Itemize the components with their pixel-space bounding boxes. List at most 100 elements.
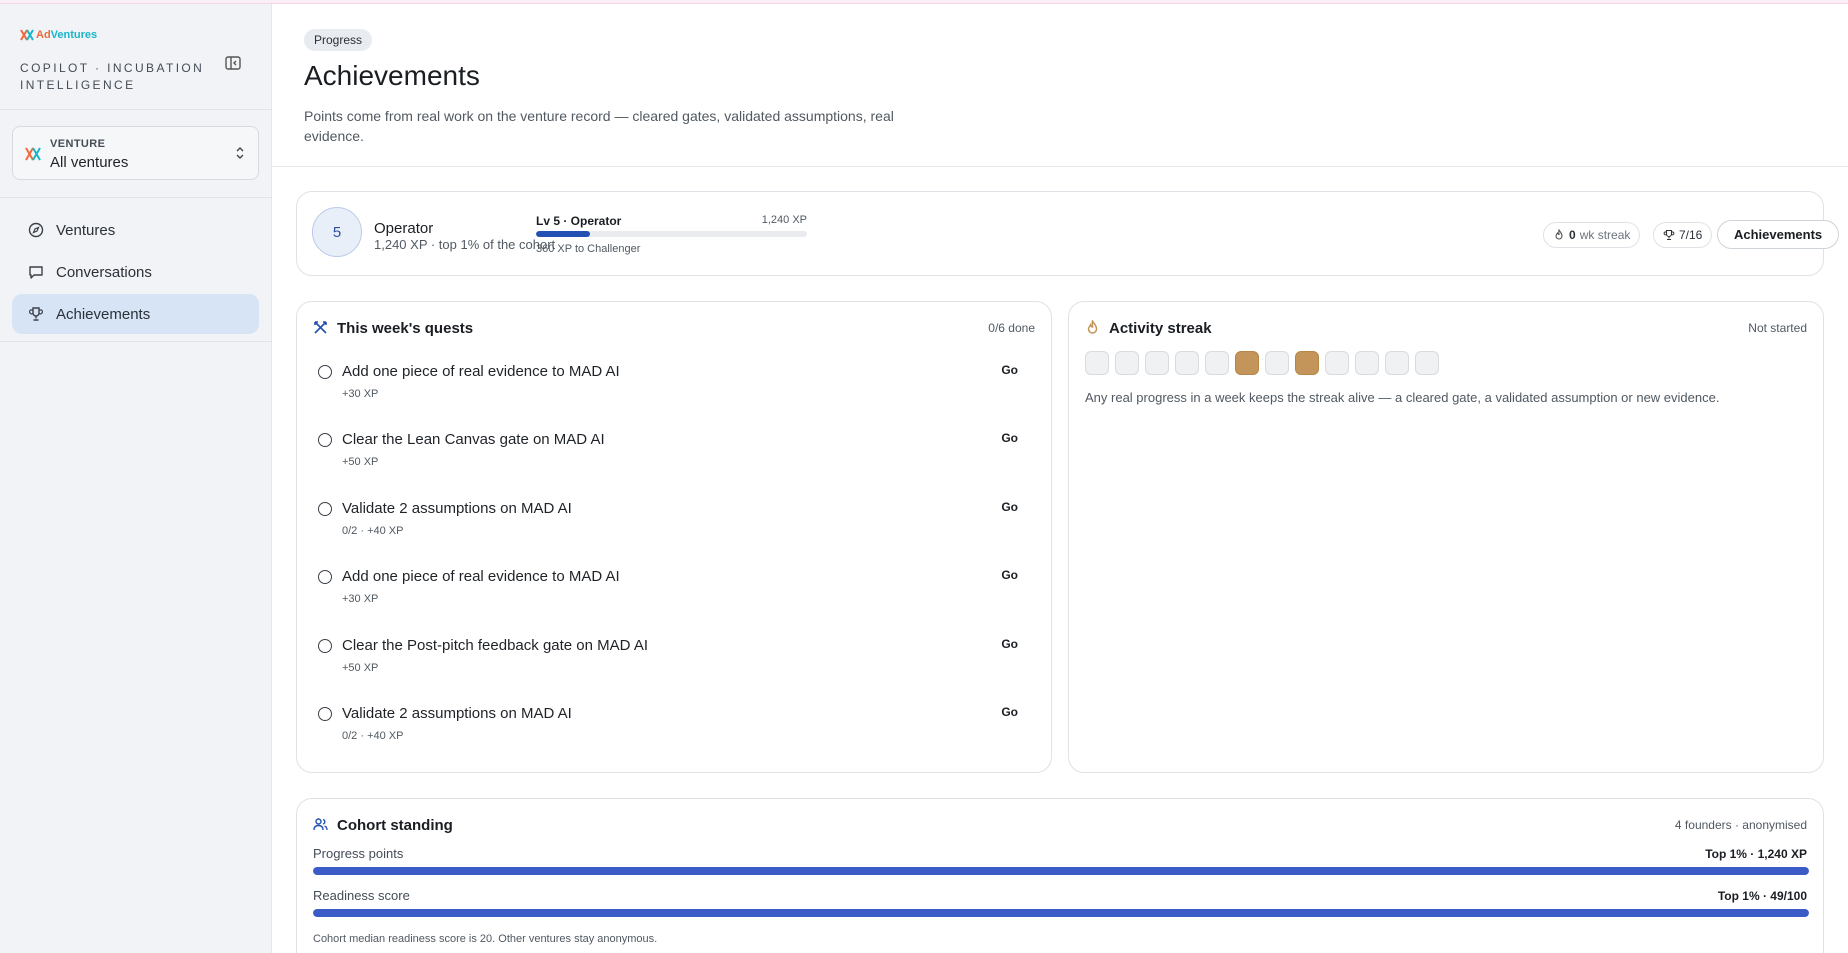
cohort-note: Cohort median readiness score is 20. Oth… bbox=[313, 933, 658, 945]
quest-item: Clear the Lean Canvas gate on MAD AI +50… bbox=[313, 428, 1037, 480]
metric-bar-fill bbox=[313, 867, 1809, 875]
level-bar-xp: 1,240 XP bbox=[761, 214, 807, 226]
level-next: 360 XP to Challenger bbox=[536, 243, 641, 255]
swords-icon bbox=[314, 321, 327, 334]
quest-item: Validate 2 assumptions on MAD AI 0/2 · +… bbox=[313, 702, 1037, 754]
level-progress-fill bbox=[536, 231, 591, 237]
level-progress-bar bbox=[536, 231, 807, 237]
sidebar-item-conversations[interactable]: Conversations bbox=[12, 252, 259, 292]
metric-label: Readiness score bbox=[313, 888, 410, 903]
venture-selector-label: VENTURE bbox=[50, 138, 106, 150]
quest-title: Add one piece of real evidence to MAD AI bbox=[342, 568, 620, 585]
streak-title: Activity streak bbox=[1109, 320, 1212, 337]
streak-week bbox=[1145, 351, 1169, 375]
quest-item: Add one piece of real evidence to MAD AI… bbox=[313, 360, 1037, 412]
quest-title: Clear the Lean Canvas gate on MAD AI bbox=[342, 431, 605, 448]
venture-selector[interactable]: VENTURE All ventures bbox=[12, 126, 259, 180]
section-badge: Progress bbox=[304, 29, 373, 51]
chevron-up-down-icon bbox=[236, 147, 244, 159]
metric-value: Top 1% · 1,240 XP bbox=[1705, 847, 1807, 861]
compass-icon bbox=[28, 222, 44, 238]
streak-week bbox=[1115, 351, 1139, 375]
quest-go-button[interactable]: Go bbox=[1001, 705, 1018, 719]
quest-go-button[interactable]: Go bbox=[1001, 431, 1018, 445]
trophy-icon bbox=[1663, 229, 1675, 240]
cohort-title: Cohort standing bbox=[337, 817, 453, 834]
metric-bar-fill bbox=[313, 909, 1809, 917]
streak-weeks bbox=[1085, 351, 1439, 375]
quest-meta: +30 XP bbox=[342, 593, 379, 605]
page-description: Points come from real work on the ventur… bbox=[304, 108, 894, 144]
users-icon bbox=[313, 818, 328, 831]
level-badge: 5 bbox=[312, 207, 362, 257]
streak-week bbox=[1415, 351, 1439, 375]
streak-note: Any real progress in a week keeps the st… bbox=[1085, 390, 1720, 405]
achievements-button[interactable]: Achievements bbox=[1717, 220, 1840, 249]
streak-pill: 0 wk streak bbox=[1543, 222, 1641, 248]
quest-meta: 0/2 · +40 XP bbox=[342, 730, 404, 742]
quest-checkbox[interactable] bbox=[318, 365, 332, 379]
quest-item: Validate 2 assumptions on MAD AI 0/2 · +… bbox=[313, 497, 1037, 549]
sidebar-divider bbox=[0, 197, 272, 198]
quest-go-button[interactable]: Go bbox=[1001, 637, 1018, 651]
quest-checkbox[interactable] bbox=[318, 502, 332, 516]
quest-checkbox[interactable] bbox=[318, 570, 332, 584]
streak-status: Not started bbox=[1748, 321, 1807, 335]
quest-title: Validate 2 assumptions on MAD AI bbox=[342, 705, 572, 722]
streak-week bbox=[1385, 351, 1409, 375]
sidebar-divider bbox=[0, 109, 272, 110]
flame-icon bbox=[1087, 320, 1098, 334]
page-title: Achievements bbox=[304, 60, 480, 91]
trophy-count: 7/16 bbox=[1679, 228, 1703, 242]
streak-week bbox=[1325, 351, 1349, 375]
metric-label: Progress points bbox=[313, 846, 404, 861]
sidebar-item-label: Achievements bbox=[56, 305, 151, 323]
quest-meta: 0/2 · +40 XP bbox=[342, 525, 404, 537]
quests-progress: 0/6 done bbox=[988, 321, 1035, 335]
brand-tagline: COPILOT · INCUBATION INTELLIGENCE bbox=[20, 61, 205, 92]
quest-title: Add one piece of real evidence to MAD AI bbox=[342, 363, 620, 380]
quest-meta: +30 XP bbox=[342, 388, 379, 400]
streak-week bbox=[1085, 351, 1109, 375]
streak-week bbox=[1265, 351, 1289, 375]
sidebar-item-achievements[interactable]: Achievements bbox=[12, 294, 259, 334]
metric-value: Top 1% · 49/100 bbox=[1717, 889, 1807, 903]
sidebar-item-label: Ventures bbox=[56, 221, 116, 239]
streak-week-active bbox=[1235, 351, 1259, 375]
sidebar: AdVentures COPILOT · INCUBATION INTELLIG… bbox=[0, 4, 272, 953]
quest-checkbox[interactable] bbox=[318, 707, 332, 721]
streak-count: 0 bbox=[1569, 228, 1576, 242]
quest-item: Add one piece of real evidence to MAD AI… bbox=[313, 565, 1037, 617]
quest-go-button[interactable]: Go bbox=[1001, 363, 1018, 377]
quest-go-button[interactable]: Go bbox=[1001, 568, 1018, 582]
header-divider bbox=[272, 166, 1848, 167]
collapse-sidebar-icon[interactable] bbox=[224, 54, 242, 72]
flame-icon bbox=[1555, 229, 1563, 240]
trophy-icon bbox=[29, 307, 43, 321]
brand-logo[interactable]: AdVentures bbox=[20, 28, 97, 42]
level-card: 5 Operator 1,240 XP · top 1% of the coho… bbox=[296, 191, 1840, 276]
venture-selector-value: All ventures bbox=[50, 154, 129, 171]
logo-mark-icon bbox=[20, 29, 34, 41]
quest-title: Validate 2 assumptions on MAD AI bbox=[342, 500, 572, 517]
metric-bar bbox=[313, 909, 1809, 917]
brand-name: AdVentures bbox=[36, 29, 98, 41]
cohort-meta: 4 founders · anonymised bbox=[1674, 818, 1807, 832]
quest-meta: +50 XP bbox=[342, 662, 379, 674]
quest-checkbox[interactable] bbox=[318, 639, 332, 653]
chat-icon bbox=[29, 266, 43, 279]
quests-card: This week's quests 0/6 done Add one piec… bbox=[296, 301, 1052, 773]
sidebar-item-ventures[interactable]: Ventures bbox=[12, 210, 259, 250]
trophy-pill: 7/16 bbox=[1653, 222, 1713, 248]
sidebar-item-label: Conversations bbox=[56, 263, 152, 281]
quest-checkbox[interactable] bbox=[318, 433, 332, 447]
sidebar-nav: Ventures Conversations Achievements bbox=[12, 210, 259, 336]
sidebar-divider bbox=[0, 341, 272, 342]
main-content: Progress Achievements Points come from r… bbox=[272, 4, 1848, 953]
metric-bar bbox=[313, 867, 1809, 875]
streak-week bbox=[1205, 351, 1229, 375]
cohort-standing-card: Cohort standing 4 founders · anonymised … bbox=[296, 798, 1824, 953]
quest-go-button[interactable]: Go bbox=[1001, 500, 1018, 514]
streak-week-active bbox=[1295, 351, 1319, 375]
level-bar-title: Lv 5 · Operator bbox=[536, 214, 622, 228]
